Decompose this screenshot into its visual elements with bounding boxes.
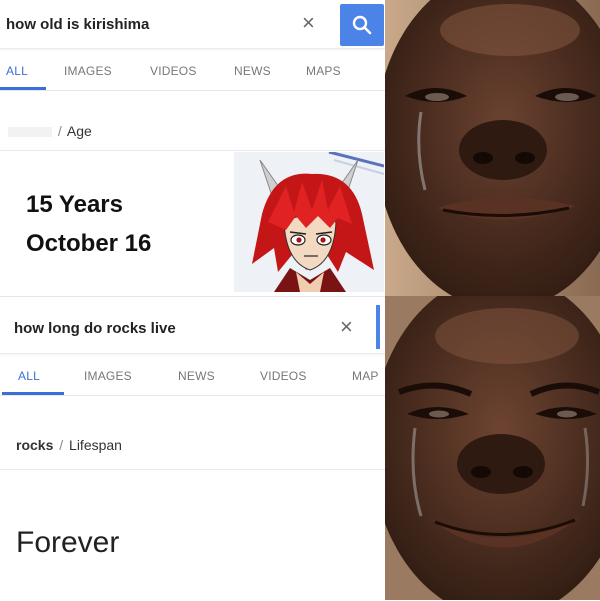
tab-images[interactable]: IMAGES (64, 64, 112, 78)
search-bar[interactable]: how long do rocks live × (0, 303, 385, 354)
reaction-photo-crying (385, 0, 600, 296)
answer-lifespan: Forever (16, 526, 120, 559)
search-tabs: ALL IMAGES NEWS VIDEOS MAP (0, 355, 385, 396)
search-query[interactable]: how long do rocks live (14, 320, 176, 337)
close-icon[interactable]: × (302, 10, 315, 36)
breadcrumb-attribute: Lifespan (69, 437, 122, 453)
tab-maps[interactable]: MAP (352, 369, 379, 383)
character-illustration (234, 152, 384, 292)
reaction-photo-crying-smile (385, 296, 600, 600)
breadcrumb-subject: rocks (16, 437, 54, 453)
crying-smile-face-image (385, 296, 600, 600)
tab-maps[interactable]: MAPS (306, 64, 341, 78)
search-result-panel-top: how old is kirishima × ALL IMAGES VIDEOS… (0, 0, 385, 296)
breadcrumb: / Age (8, 123, 92, 139)
close-icon[interactable]: × (340, 314, 353, 340)
divider (0, 469, 385, 470)
redacted-subject (8, 127, 52, 138)
tab-all[interactable]: ALL (6, 64, 28, 78)
active-tab-indicator (2, 392, 64, 395)
tab-news[interactable]: NEWS (234, 64, 271, 78)
breadcrumb: rocks / Lifespan (16, 437, 122, 453)
answer-age: 15 Years (26, 191, 123, 218)
tab-all[interactable]: ALL (18, 369, 40, 383)
answer-birthday: October 16 (26, 230, 152, 257)
tab-videos[interactable]: VIDEOS (150, 64, 197, 78)
tab-videos[interactable]: VIDEOS (260, 369, 307, 383)
search-button[interactable] (340, 4, 384, 46)
crying-face-image (385, 0, 600, 296)
divider (0, 150, 385, 151)
search-tabs: ALL IMAGES VIDEOS NEWS MAPS (0, 50, 385, 91)
search-button-edge[interactable] (376, 305, 380, 349)
character-thumbnail[interactable] (234, 152, 384, 292)
search-bar[interactable]: how old is kirishima × (0, 0, 385, 49)
breadcrumb-attribute: Age (66, 123, 92, 139)
search-query[interactable]: how old is kirishima (6, 16, 149, 33)
tab-news[interactable]: NEWS (178, 369, 215, 383)
search-icon (352, 15, 372, 35)
active-tab-indicator (0, 87, 46, 90)
tab-images[interactable]: IMAGES (84, 369, 132, 383)
